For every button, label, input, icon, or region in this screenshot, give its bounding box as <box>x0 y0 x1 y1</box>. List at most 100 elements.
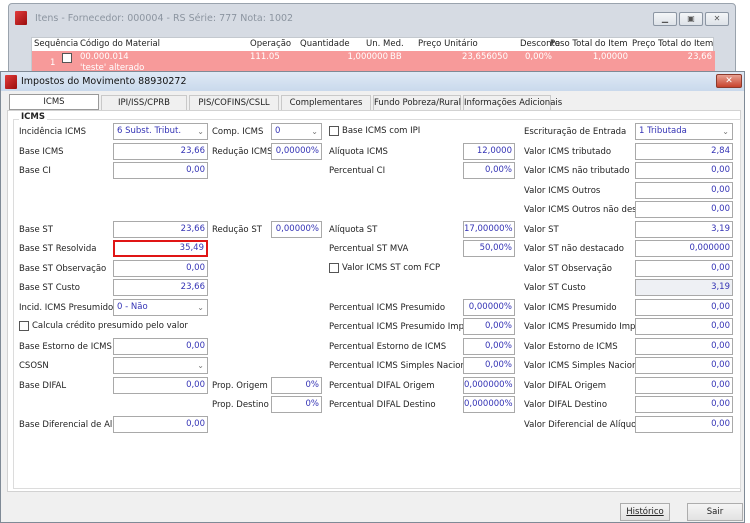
percentual-icms-presumido-imp-pr-label: Percentual ICMS Presumido Imp. PR <box>329 322 481 333</box>
csosn-select[interactable]: ⌄ <box>113 357 208 375</box>
escrituracao-de-entrada-select[interactable]: 1 Tributada ⌄ <box>635 123 733 140</box>
dialog-title-bar: Impostos do Movimento 88930272 ✕ <box>1 72 744 91</box>
cell-quantidade: 1,000000 <box>347 52 388 62</box>
valor-icms-tributado-label: Valor ICMS tributado <box>524 146 612 157</box>
dialog-title: Impostos do Movimento 88930272 <box>21 76 187 87</box>
tab-complementares[interactable]: Complementares <box>281 95 371 110</box>
tab-fundo-pobreza-rural[interactable]: Fundo Pobreza/Rural <box>373 95 461 110</box>
base-icms-com-ipi-checkbox[interactable] <box>329 126 339 136</box>
valor-st-nao-destacado-label: Valor ST não destacado <box>524 244 624 255</box>
reducao-st-input[interactable]: 0,00000% <box>271 220 322 238</box>
valor-icms-st-com-fcp-checkbox[interactable] <box>329 262 339 273</box>
base-st-observacao-label: Base ST Observação <box>19 263 107 274</box>
comp-icms-select[interactable]: 0 ⌄ <box>271 123 322 140</box>
percentual-difal-destino-input[interactable]: 0,000000% <box>463 396 515 414</box>
aliquota-icms-input[interactable]: 12,0000 <box>463 142 515 160</box>
percentual-estorno-de-icms-input[interactable]: 0,00% <box>463 337 515 355</box>
column-header-sequencia[interactable]: Sequência <box>34 39 78 49</box>
items-grid[interactable]: Sequência Código do Material Operação Quant… <box>31 37 715 75</box>
chevron-down-icon: ⌄ <box>197 302 204 312</box>
aliquota-st-input[interactable]: 17,00000% <box>463 220 515 238</box>
chevron-down-icon: ⌄ <box>311 127 318 136</box>
valor-icms-presumido-input[interactable]: 0,00 <box>635 298 733 316</box>
valor-estorno-de-icms-input[interactable]: 0,00 <box>635 337 733 355</box>
tab-icms[interactable]: ICMS <box>9 94 99 110</box>
incidencia-icms-select[interactable]: 6 Subst. Tribut. ⌄ <box>113 123 208 140</box>
base-st-resolvida-input[interactable]: 35,49 <box>113 240 208 258</box>
calcula-credito-presumido-pelo-valor-label: Calcula crédito presumido pelo valor <box>32 321 188 332</box>
calcula-credito-presumido-pelo-valor-checkbox[interactable] <box>19 321 29 332</box>
percentual-icms-presumido-imp-pr-input[interactable]: 0,00% <box>463 318 515 336</box>
prop-origem-input[interactable]: 0% <box>271 376 322 394</box>
percentual-difal-origem-input[interactable]: 0,000000% <box>463 376 515 394</box>
percentual-icms-simples-nacional-label: Percentual ICMS Simples Nacional <box>329 361 474 372</box>
base-icms-com-ipi-label: Base ICMS com IPI <box>342 126 421 136</box>
reducao-icms-input[interactable]: 0,00000% <box>271 142 322 160</box>
valor-icms-outros-nao-dest-input[interactable]: 0,00 <box>635 201 733 219</box>
row-checkbox[interactable] <box>62 53 72 63</box>
column-header-codigo-do-material[interactable]: Código do Material <box>80 39 160 49</box>
aliquota-icms-label: Alíquota ICMS <box>329 146 388 157</box>
chevron-down-icon: ⌄ <box>197 127 204 136</box>
incid-icms-presumido-select[interactable]: 0 - Não ⌄ <box>113 298 208 316</box>
percentual-ci-input[interactable]: 0,00% <box>463 162 515 180</box>
valor-icms-tributado-input[interactable]: 2,84 <box>635 142 733 160</box>
cell-desconto: 0,00% <box>524 52 552 62</box>
base-st-label: Base ST <box>19 224 53 235</box>
base-estorno-de-icms-input[interactable]: 0,00 <box>113 337 208 355</box>
base-st-input[interactable]: 23,66 <box>113 220 208 238</box>
base-ci-input[interactable]: 0,00 <box>113 162 208 180</box>
percentual-ci-label: Percentual CI <box>329 166 386 177</box>
valor-diferencial-de-aliquota-input[interactable]: 0,00 <box>635 415 733 433</box>
dialog-close-button[interactable]: ✕ <box>716 74 742 88</box>
close-button[interactable]: ✕ <box>705 12 729 26</box>
valor-icms-simples-nacional-label: Valor ICMS Simples Nacional <box>524 361 645 372</box>
tab-informacoes-adicionais[interactable]: Informações Adicionais <box>463 95 562 110</box>
column-header-quantidade[interactable]: Quantidade <box>300 39 350 49</box>
valor-icms-nao-tributado-input[interactable]: 0,00 <box>635 162 733 180</box>
valor-st-observacao-input[interactable]: 0,00 <box>635 259 733 277</box>
valor-st-nao-destacado-input[interactable]: 0,000000 <box>635 240 733 258</box>
prop-destino-input[interactable]: 0% <box>271 396 322 414</box>
column-header-preco-unitario[interactable]: Preço Unitário <box>418 39 478 49</box>
base-icms-input[interactable]: 23,66 <box>113 142 208 160</box>
column-header-preco-total-do-item[interactable]: Preço Total do Item <box>632 39 713 49</box>
historico-button[interactable]: Histórico <box>620 503 670 521</box>
tab-pis-cofins-csll[interactable]: PIS/COFINS/CSLL <box>189 95 279 110</box>
base-difal-input[interactable]: 0,00 <box>113 376 208 394</box>
column-header-un-med[interactable]: Un. Med. <box>366 39 404 49</box>
percentual-st-mva-input[interactable]: 50,00% <box>463 240 515 258</box>
app-icon <box>15 11 27 25</box>
impostos-dialog: Impostos do Movimento 88930272 ✕ ICMS IPI… <box>0 71 745 523</box>
valor-difal-origem-input[interactable]: 0,00 <box>635 376 733 394</box>
valor-st-custo-input: 3,19 <box>635 279 733 297</box>
base-diferencial-de-aliq-input[interactable]: 0,00 <box>113 415 208 433</box>
app-icon <box>5 75 17 89</box>
base-ci-label: Base CI <box>19 166 51 177</box>
column-header-peso-total-do-item[interactable]: Peso Total do Item <box>550 39 628 49</box>
cell-preco-total: 23,66 <box>687 52 712 62</box>
tab-ipi-iss-cprb[interactable]: IPI/ISS/CPRB <box>101 95 187 110</box>
base-st-observacao-input[interactable]: 0,00 <box>113 259 208 277</box>
chevron-down-icon: ⌄ <box>197 361 204 371</box>
base-st-custo-label: Base ST Custo <box>19 283 80 294</box>
valor-icms-outros-input[interactable]: 0,00 <box>635 181 733 199</box>
column-header-operacao[interactable]: Operação <box>250 39 291 49</box>
items-window-title: Itens - Fornecedor: 000004 - RS Série: 7… <box>35 13 294 24</box>
minimize-button[interactable]: ▁ <box>653 12 677 26</box>
valor-icms-simples-nacional-input[interactable]: 0,00 <box>635 357 733 375</box>
percentual-icms-presumido-input[interactable]: 0,00000% <box>463 298 515 316</box>
incidencia-icms-label: Incidência ICMS <box>19 127 87 137</box>
valor-difal-destino-input[interactable]: 0,00 <box>635 396 733 414</box>
percentual-icms-simples-nacional-input[interactable]: 0,00% <box>463 357 515 375</box>
valor-difal-destino-label: Valor DIFAL Destino <box>524 400 608 411</box>
base-diferencial-de-aliq-label: Base Diferencial de Alíq. <box>19 419 123 430</box>
maximize-button[interactable]: ▣ <box>679 12 703 26</box>
sair-button[interactable]: Sair <box>687 503 743 521</box>
valor-icms-presumido-imp-pr-input[interactable]: 0,00 <box>635 318 733 336</box>
base-st-custo-input[interactable]: 23,66 <box>113 279 208 297</box>
percentual-estorno-de-icms-label: Percentual Estorno de ICMS <box>329 341 447 352</box>
base-icms-label: Base ICMS <box>19 146 64 157</box>
base-st-resolvida-label: Base ST Resolvida <box>19 244 97 255</box>
valor-st-input[interactable]: 3,19 <box>635 220 733 238</box>
